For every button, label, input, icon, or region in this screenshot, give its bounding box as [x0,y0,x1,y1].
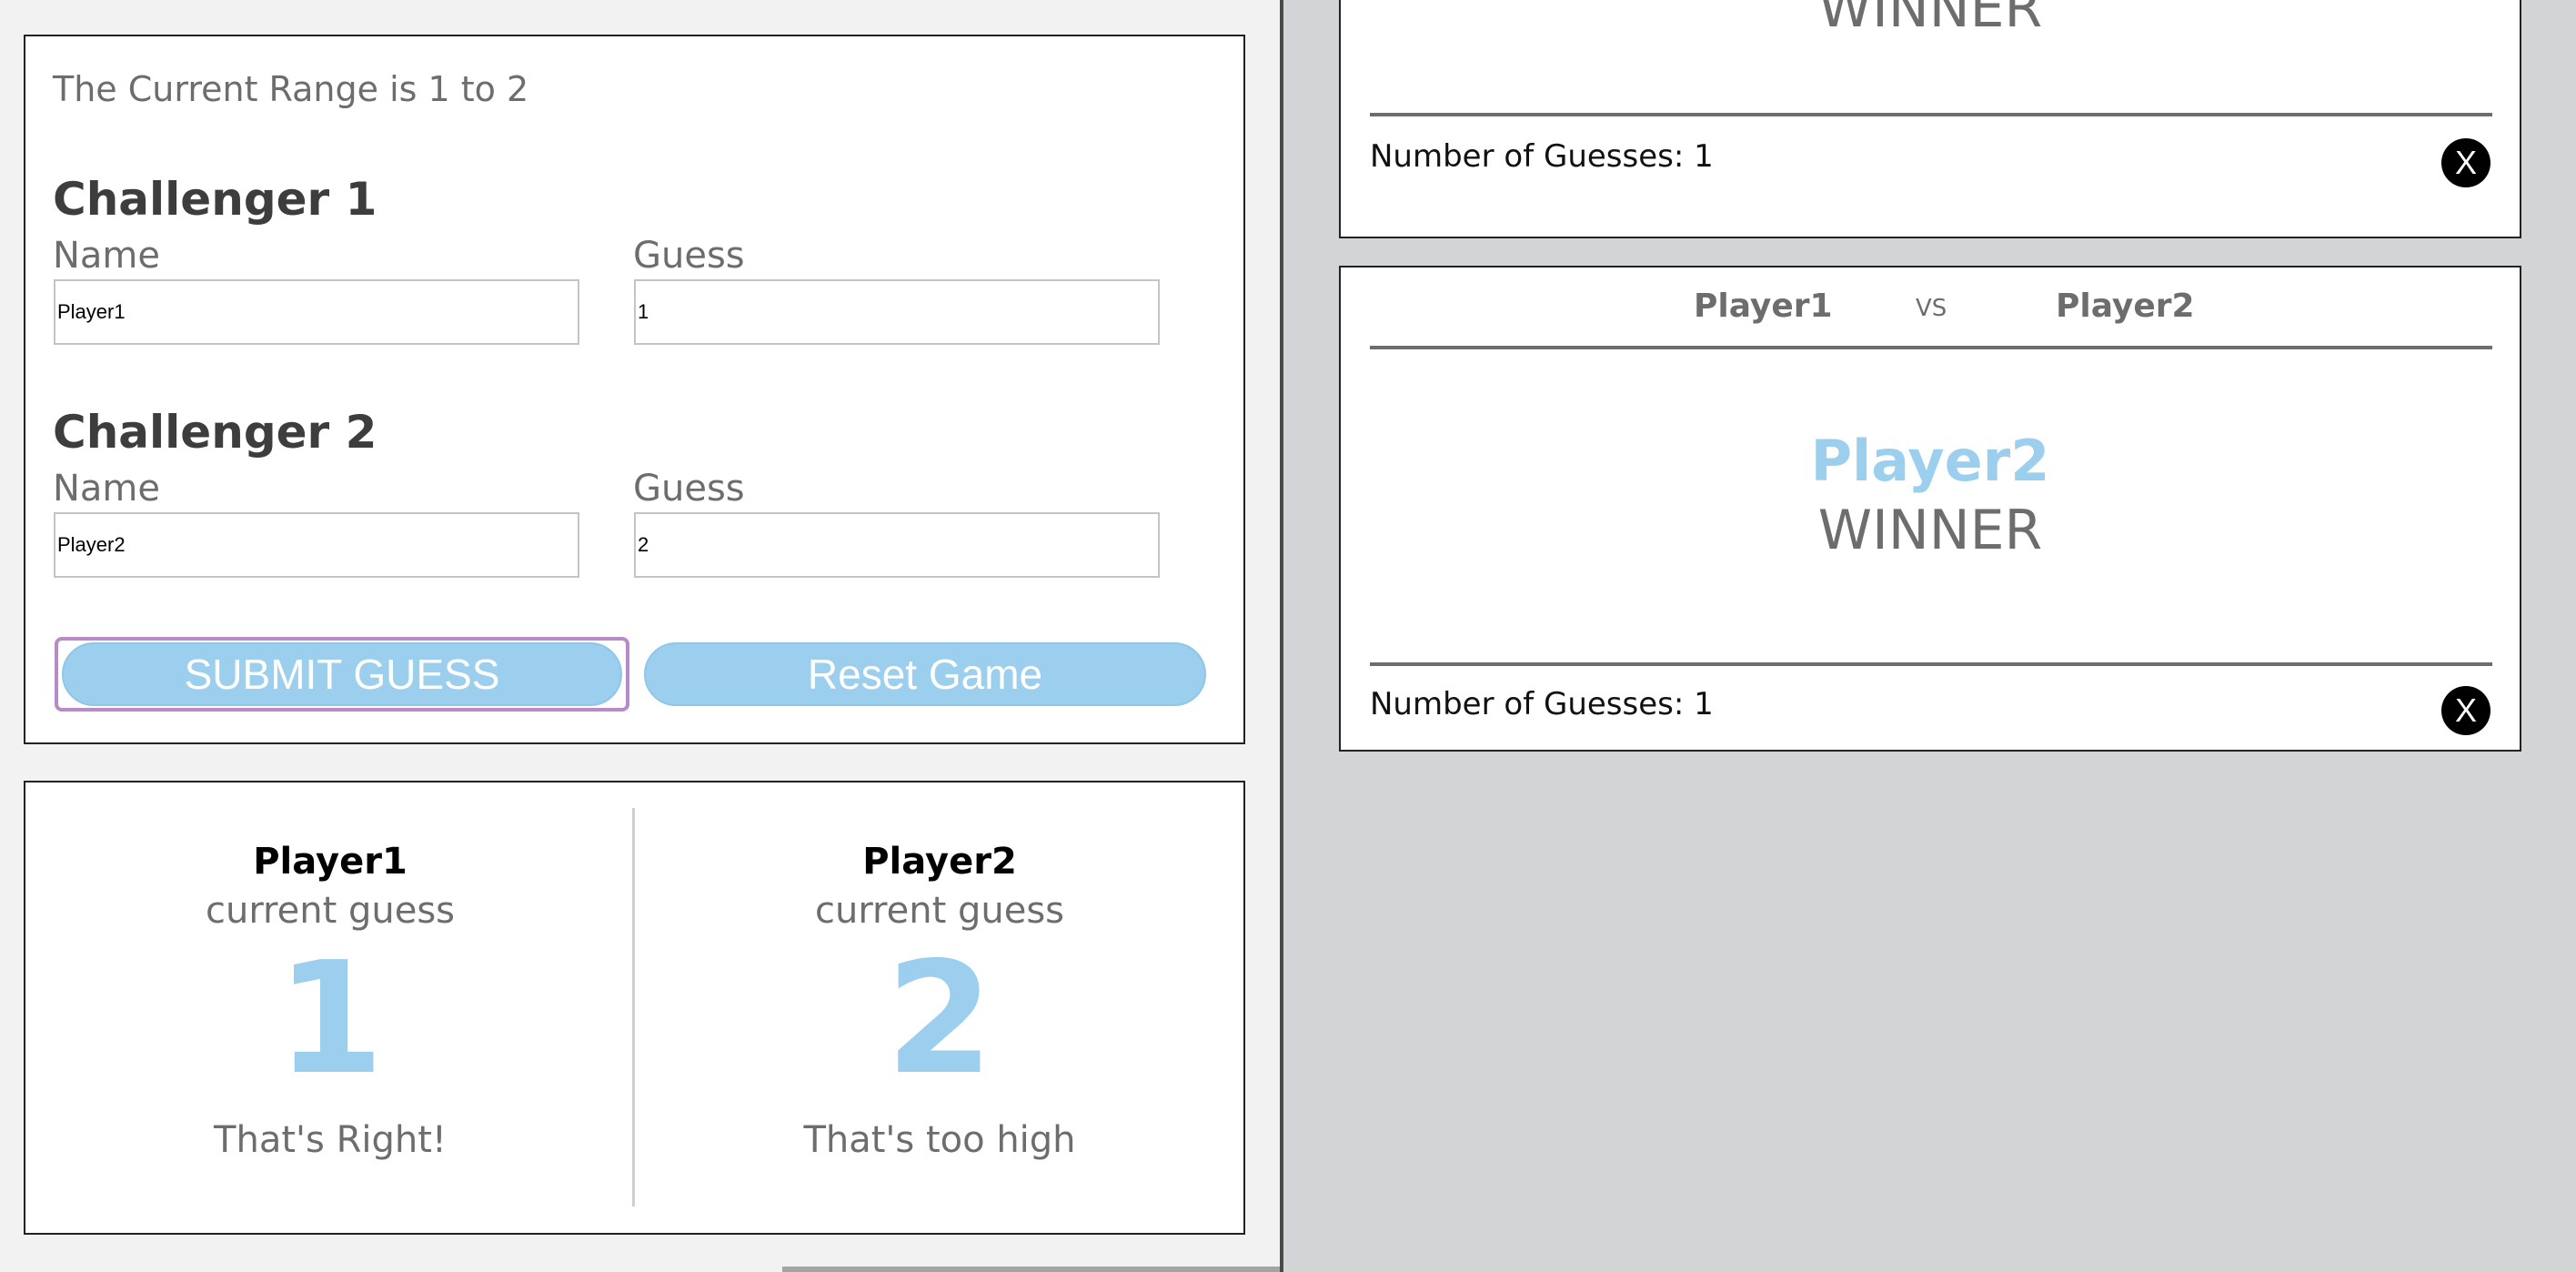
left-pane: The Current Range is 1 to 2 Challenger 1… [0,0,1815,1272]
player1-feedback: That's Right! [214,1119,447,1161]
player2-current-guess-label: current guess [814,890,1065,932]
winner-label: WINNER [1817,0,2043,40]
player1-guess-value: 1 [276,929,385,1109]
result-card: WINNER Number of Guesses: 1 X [1339,0,2521,238]
challenger1-guess-label: Guess [633,235,745,277]
close-icon[interactable]: X [2441,686,2490,735]
player2-guess-value: 2 [885,929,994,1109]
challenger2-name-label: Name [53,468,161,510]
challenger2-name-input[interactable] [54,512,579,578]
matchup-player-b: Player2 [2056,288,2195,325]
challenger1-name-label: Name [53,235,161,277]
range-text: The Current Range is 1 to 2 [53,69,529,109]
result-card: Player1 VS Player2 Player2 WINNER Number… [1339,266,2521,752]
challenger2-title: Challenger 2 [53,406,377,459]
number-of-guesses: Number of Guesses: 1 [1370,686,1714,722]
matchup-player-a: Player1 [1694,288,1833,325]
challenger1-guess-input[interactable] [634,279,1160,345]
player2-feedback: That's too high [803,1119,1076,1161]
winner-label: WINNER [1817,499,2043,562]
challenger2-guess-label: Guess [633,468,745,510]
challenger2-guess-input[interactable] [634,512,1160,578]
close-icon[interactable]: X [2441,138,2490,187]
challenger1-title: Challenger 1 [53,173,377,226]
submit-guess-button[interactable]: SUBMIT GUESS [62,642,622,706]
reset-game-button[interactable]: Reset Game [644,642,1206,706]
result-divider [1370,113,2492,116]
scoreboard-card: Player1 current guess 1 That's Right! Pl… [24,781,1245,1235]
player1-current-guess-label: current guess [205,890,456,932]
guess-form-card: The Current Range is 1 to 2 Challenger 1… [24,35,1245,744]
challenger1-name-input[interactable] [54,279,579,345]
player1-name: Player1 [253,841,408,883]
winner-name: Player2 [1810,428,2050,494]
player2-name: Player2 [862,841,1017,883]
matchup-row: Player1 VS Player2 [1341,288,2520,333]
result-divider [1370,346,2492,349]
result-divider [1370,662,2492,666]
number-of-guesses: Number of Guesses: 1 [1370,138,1714,175]
vs-label: VS [1916,295,1947,322]
